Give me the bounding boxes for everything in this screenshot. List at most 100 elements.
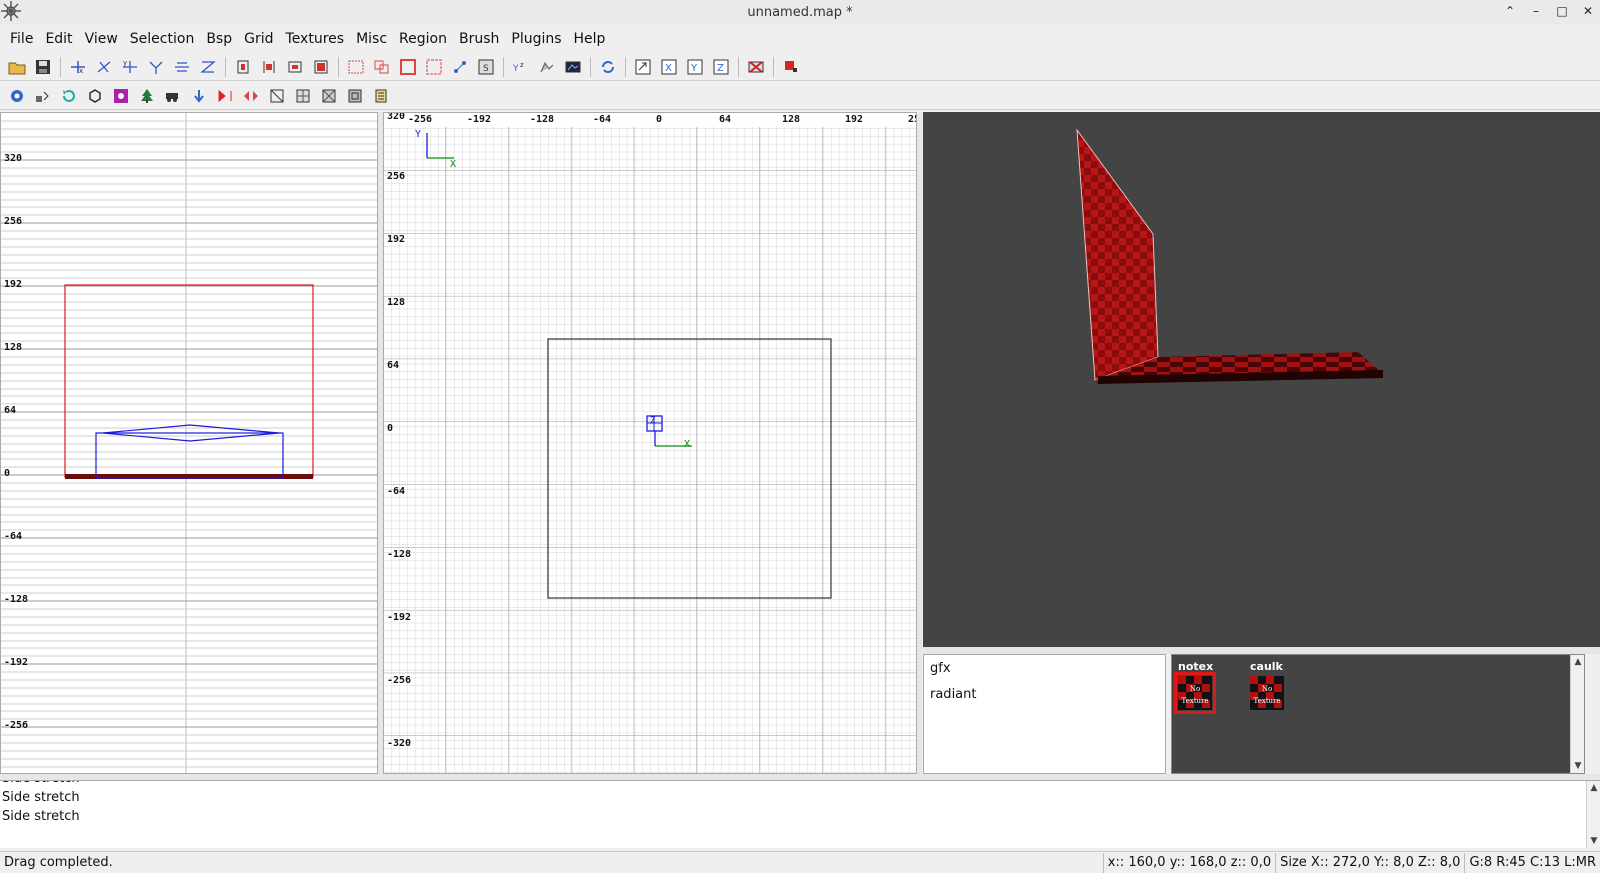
texture-thumbnail[interactable]: No Texture (1250, 676, 1284, 710)
secondary-toolbar (0, 82, 1600, 110)
make-room-icon[interactable] (423, 56, 445, 78)
rotate-tool-icon[interactable] (58, 85, 80, 107)
flip-x-icon[interactable]: x (67, 56, 89, 78)
menu-selection[interactable]: Selection (124, 26, 201, 52)
select-inside-icon[interactable] (310, 56, 332, 78)
console-scrollbar[interactable]: ▲ ▼ (1586, 781, 1600, 848)
menu-region[interactable]: Region (393, 26, 453, 52)
close-window-icon[interactable]: ✕ (1580, 2, 1596, 20)
texture-name: caulk (1250, 660, 1283, 673)
side-y-label: -128 (4, 594, 29, 605)
hexagon-icon[interactable] (84, 85, 106, 107)
top-y-label: 320 (387, 112, 406, 122)
scroll-up-icon[interactable]: ▲ (1587, 781, 1600, 795)
minimize-window-icon[interactable]: – (1528, 2, 1544, 20)
top-x-label: -256 (408, 114, 433, 125)
texture-lock-icon[interactable]: S (475, 56, 497, 78)
maximize-window-icon[interactable]: □ (1554, 2, 1570, 20)
texture-folder-item[interactable]: radiant (924, 681, 1165, 707)
csg-merge-icon[interactable] (371, 56, 393, 78)
view-x-icon[interactable]: X (658, 56, 680, 78)
bevel-icon[interactable] (266, 85, 288, 107)
menu-view[interactable]: View (79, 26, 124, 52)
camera-preview-icon[interactable] (562, 56, 584, 78)
rotate-z-icon[interactable] (197, 56, 219, 78)
menu-plugins[interactable]: Plugins (505, 26, 567, 52)
horizontal-splitter[interactable] (923, 647, 1600, 654)
scroll-up-icon[interactable]: ▲ (1571, 655, 1585, 669)
viewport-splitter[interactable] (917, 112, 922, 774)
open-file-icon[interactable] (6, 56, 28, 78)
view-z-icon[interactable]: Z (710, 56, 732, 78)
svg-text:X: X (665, 63, 672, 74)
select-partial-tall-icon[interactable] (284, 56, 306, 78)
top-y-label: -64 (387, 486, 406, 497)
menu-edit[interactable]: Edit (39, 26, 78, 52)
mirror-both-icon[interactable] (240, 85, 262, 107)
top-x-label: -192 (467, 114, 492, 125)
camera-mode-icon[interactable] (6, 85, 28, 107)
side-view-viewport[interactable]: 320 256 192 128 64 0 -64 -128 -192 -256 (0, 112, 378, 774)
save-file-icon[interactable] (32, 56, 54, 78)
train-entity-icon[interactable] (162, 85, 184, 107)
brush-list-icon[interactable] (370, 85, 392, 107)
texture-scrollbar[interactable]: ▲ ▼ (1570, 655, 1584, 773)
flip-z-icon[interactable] (171, 56, 193, 78)
texture-browser[interactable]: notex No Texture caulk No Texture ▲ ▼ (1171, 654, 1585, 774)
rotate-y-icon[interactable] (145, 56, 167, 78)
texture-window-icon[interactable] (110, 85, 132, 107)
wall-brush-3d (1076, 128, 1159, 381)
thicken-patch-icon[interactable] (344, 85, 366, 107)
menu-misc[interactable]: Misc (350, 26, 393, 52)
menu-help[interactable]: Help (568, 26, 612, 52)
entity-list-icon[interactable] (536, 56, 558, 78)
select-complete-tall-icon[interactable] (232, 56, 254, 78)
svg-text:y: y (123, 59, 127, 67)
tree-entity-icon[interactable] (136, 85, 158, 107)
view-next-icon[interactable] (632, 56, 654, 78)
camera-3d-viewport[interactable] (923, 112, 1600, 647)
top-y-label: 64 (387, 360, 400, 371)
svg-text:Y: Y (690, 63, 698, 74)
scroll-down-icon[interactable]: ▼ (1587, 834, 1600, 848)
make-hollow-icon[interactable] (397, 56, 419, 78)
cap-patch-icon[interactable] (292, 85, 314, 107)
clipper-icon[interactable] (449, 56, 471, 78)
scroll-down-icon[interactable]: ▼ (1571, 759, 1585, 773)
menu-textures[interactable]: Textures (280, 26, 351, 52)
top-view-viewport[interactable]: Y X Z X -256 -192 -128 -64 0 64 128 192 … (383, 112, 917, 774)
menu-grid[interactable]: Grid (238, 26, 279, 52)
menu-file[interactable]: File (4, 26, 39, 52)
status-grid: G:8 R:45 C:13 L:MR (1464, 852, 1600, 873)
flip-y-icon[interactable]: y (119, 56, 141, 78)
change-views-icon[interactable]: Yz (510, 56, 532, 78)
csg-subtract-icon[interactable] (345, 56, 367, 78)
top-x-label: 192 (845, 114, 864, 125)
texture-caulk[interactable]: caulk No Texture (1250, 660, 1296, 710)
cubic-clip-icon[interactable] (745, 56, 767, 78)
side-y-label: 0 (4, 468, 11, 479)
menu-bsp[interactable]: Bsp (200, 26, 238, 52)
select-touching-icon[interactable] (258, 56, 280, 78)
shade-window-icon[interactable]: ⌃ (1502, 2, 1518, 20)
view-y-icon[interactable]: Y (684, 56, 706, 78)
drop-entity-icon[interactable] (188, 85, 210, 107)
texture-folder-item[interactable]: gfx (924, 655, 1165, 681)
mirror-left-icon[interactable] (214, 85, 236, 107)
texture-notex[interactable]: notex No Texture (1174, 660, 1224, 714)
rotate-x-icon[interactable] (93, 56, 115, 78)
patch-tool-icon[interactable] (780, 56, 802, 78)
top-x-label: 64 (719, 114, 732, 125)
toolbar-separator (503, 56, 504, 77)
entity-inspector-icon[interactable] (32, 85, 54, 107)
menu-brush[interactable]: Brush (453, 26, 505, 52)
refresh-icon[interactable] (597, 56, 619, 78)
invert-patch-icon[interactable] (318, 85, 340, 107)
top-y-label: 128 (387, 297, 406, 308)
window-title: unnamed.map * (747, 4, 853, 20)
side-y-label: -256 (4, 720, 29, 731)
console-log[interactable]: Side stretch Side stretch Side stretch ▲… (0, 780, 1600, 848)
top-view-grid (384, 113, 916, 773)
texture-thumbnail[interactable]: No Texture (1174, 672, 1216, 714)
top-x-label: -64 (593, 114, 612, 125)
